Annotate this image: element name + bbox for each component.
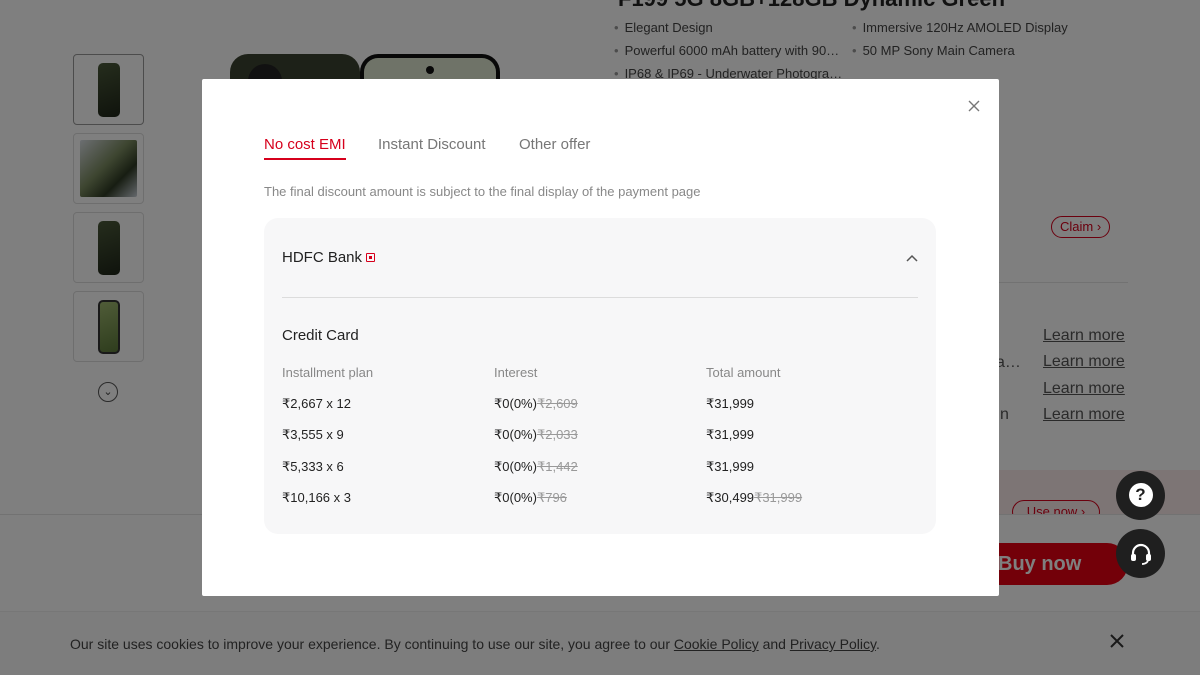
installment-plan: ₹5,333 x 6 xyxy=(282,459,344,474)
interest-cell: ₹0(0%)₹1,442 xyxy=(494,459,578,474)
tab-no-cost-emi[interactable]: No cost EMI xyxy=(264,136,346,160)
installment-plan: ₹3,555 x 9 xyxy=(282,427,344,442)
bank-emi-panel: HDFC Bank Credit Card Installment plan I… xyxy=(264,218,936,534)
customer-service-button[interactable] xyxy=(1116,529,1165,578)
original-interest: ₹2,609 xyxy=(536,396,578,411)
headset-icon xyxy=(1130,543,1151,565)
total-amount: ₹31,999 xyxy=(706,396,755,411)
table-row: ₹10,166 x 3 ₹0(0%)₹796 ₹30,499₹31,999 xyxy=(264,490,936,510)
column-header-plan: Installment plan xyxy=(282,365,374,380)
interest-cell: ₹0(0%)₹796 xyxy=(494,490,567,505)
original-interest: ₹796 xyxy=(536,490,567,505)
total-amount: ₹30,499₹31,999 xyxy=(706,490,803,505)
column-header-interest: Interest xyxy=(494,365,538,380)
tab-other-offer[interactable]: Other offer xyxy=(519,136,590,158)
offers-modal: No cost EMI Instant Discount Other offer… xyxy=(202,79,999,596)
table-row: ₹2,667 x 12 ₹0(0%)₹2,609 ₹31,999 xyxy=(264,396,936,416)
installment-plan: ₹10,166 x 3 xyxy=(282,490,351,505)
original-total: ₹31,999 xyxy=(754,490,803,505)
original-interest: ₹2,033 xyxy=(536,427,578,442)
bank-name[interactable]: HDFC Bank xyxy=(282,249,362,266)
divider xyxy=(282,297,918,298)
original-interest: ₹1,442 xyxy=(536,459,578,474)
tab-instant-discount[interactable]: Instant Discount xyxy=(378,136,486,158)
table-row: ₹3,555 x 9 ₹0(0%)₹2,033 ₹31,999 xyxy=(264,427,936,447)
interest-cell: ₹0(0%)₹2,609 xyxy=(494,396,578,411)
card-type-title: Credit Card xyxy=(282,327,359,344)
chevron-up-icon[interactable] xyxy=(904,251,920,267)
total-amount: ₹31,999 xyxy=(706,427,755,442)
help-button[interactable]: ? xyxy=(1116,471,1165,520)
column-header-total: Total amount xyxy=(706,365,781,380)
discount-notice: The final discount amount is subject to … xyxy=(264,184,701,199)
question-icon: ? xyxy=(1128,483,1153,507)
close-icon[interactable] xyxy=(967,99,981,113)
installment-plan: ₹2,667 x 12 xyxy=(282,396,351,411)
total-amount: ₹31,999 xyxy=(706,459,755,474)
table-row: ₹5,333 x 6 ₹0(0%)₹1,442 ₹31,999 xyxy=(264,459,936,479)
bank-logo-icon xyxy=(366,253,375,262)
interest-cell: ₹0(0%)₹2,033 xyxy=(494,427,578,442)
